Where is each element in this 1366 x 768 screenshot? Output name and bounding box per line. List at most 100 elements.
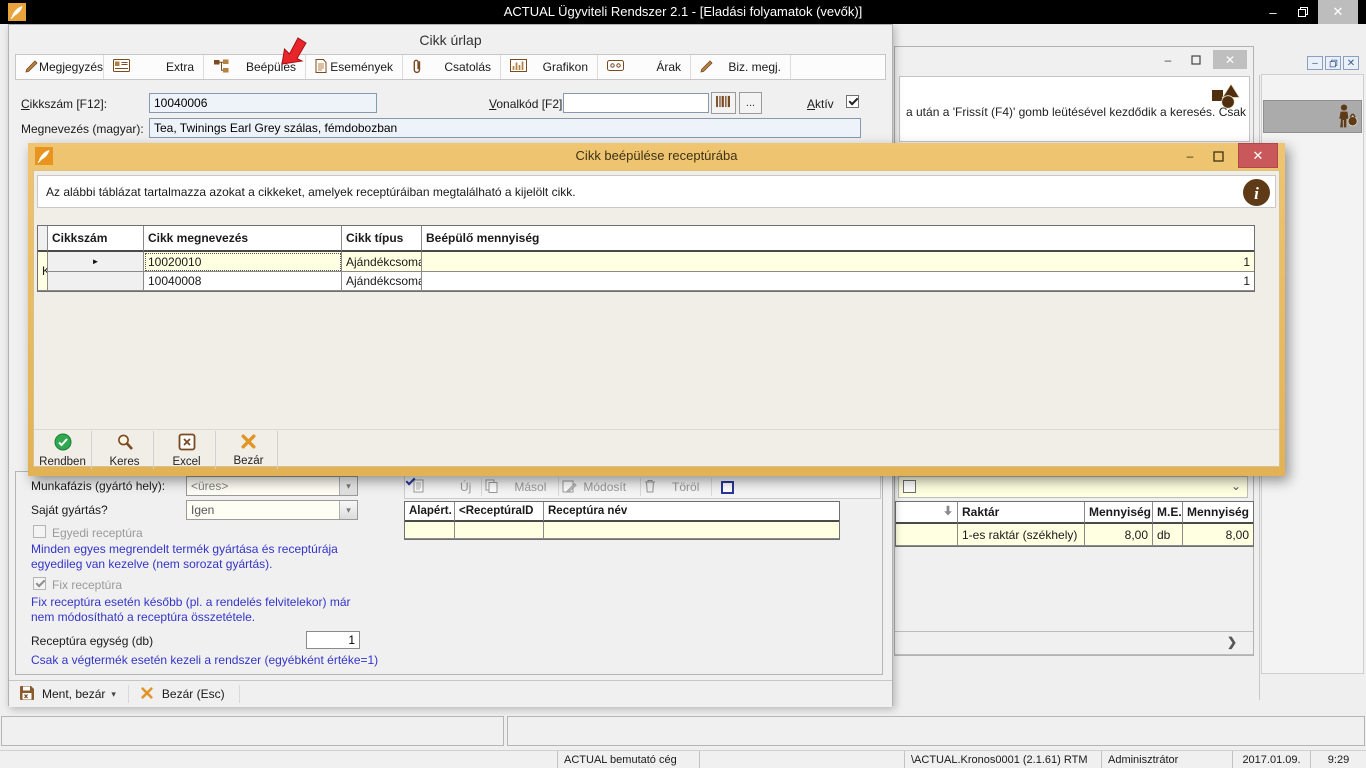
stock-header-sort[interactable] xyxy=(896,502,958,524)
table-cell-megnevezes[interactable]: Ajándékcsomag, egyedi (irodai) xyxy=(342,252,422,272)
cassette-icon xyxy=(607,60,624,74)
status-empty xyxy=(700,751,905,768)
egyedi-note: Minden egyes megrendelt termék gyártása … xyxy=(31,542,367,572)
table-cell-cikkszam[interactable]: 10040008 xyxy=(144,272,342,291)
barcode-button[interactable] xyxy=(711,92,736,114)
dialog-titlebar: Cikk beépülése receptúrába – ✕ xyxy=(28,143,1285,170)
stock-cell-mennyiseg2[interactable]: 8,00 xyxy=(1183,524,1253,546)
table-header-cikkszam: Cikkszám xyxy=(48,226,144,252)
modosit-button[interactable]: Módosít xyxy=(583,480,626,494)
ment-dropdown-icon[interactable]: ▾ xyxy=(111,689,116,700)
toolbar-csatolas-button[interactable]: Csatolás xyxy=(403,55,501,79)
dialog-maximize-icon[interactable] xyxy=(1208,147,1228,165)
aktiv-label: Aktív xyxy=(807,97,834,111)
trash-icon xyxy=(644,479,656,496)
close-x-icon xyxy=(140,686,154,703)
ment-bezar-button[interactable]: Ment, bezár xyxy=(42,687,105,701)
chevron-down-icon[interactable]: ⌄ xyxy=(1231,479,1241,493)
close-icon[interactable]: ✕ xyxy=(1318,0,1358,24)
stock-filter-checkbox[interactable] xyxy=(903,480,916,493)
table-cell-mennyiseg[interactable]: 1 xyxy=(422,252,1254,272)
munkafazis-dropdown[interactable]: <üres> ▾ xyxy=(186,476,358,496)
cikk-toolbar: Megjegyzés Extra Beépülés Események Csat… xyxy=(15,54,886,80)
sajat-gyartas-dropdown[interactable]: Igen ▾ xyxy=(186,500,358,520)
panel-maximize-icon[interactable] xyxy=(1187,52,1205,68)
panel-close-icon[interactable]: ✕ xyxy=(1213,50,1247,69)
stock-header-me[interactable]: M.E. xyxy=(1153,502,1183,524)
svg-text:i: i xyxy=(1254,184,1259,203)
mdi-minimize-icon[interactable]: – xyxy=(1307,56,1323,70)
status-time: 9:29 xyxy=(1311,751,1366,768)
egyedi-receptura-label: Egyedi receptúra xyxy=(52,526,143,540)
bottom-panel-left xyxy=(1,716,504,746)
toolbar-grafikon-button[interactable]: Grafikon xyxy=(501,55,598,79)
main-window-title: ACTUAL Ügyviteli Rendszer 2.1 - [Eladási… xyxy=(0,0,1366,24)
table-cell-cikkszam[interactable]: 10020010 xyxy=(144,252,342,272)
dialog-close-icon[interactable]: ✕ xyxy=(1238,143,1278,168)
stock-header-mennyiseg2[interactable]: Mennyiség xyxy=(1183,502,1253,524)
restore-icon[interactable] xyxy=(1292,0,1314,24)
receptura-filter-checkbox[interactable] xyxy=(721,481,734,494)
uj-button[interactable]: Új xyxy=(460,480,471,494)
receptura-empty-cell[interactable] xyxy=(405,522,455,539)
dialog-minimize-icon[interactable]: – xyxy=(1180,147,1200,165)
lookup-ellipsis-button[interactable]: ... xyxy=(739,92,762,114)
mdi-restore-icon[interactable] xyxy=(1325,56,1341,70)
status-company: ACTUAL bemutató cég xyxy=(558,751,700,768)
egyseg-label: Receptúra egység (db) xyxy=(31,634,153,648)
rendben-button[interactable]: Rendben xyxy=(34,431,92,469)
sajat-gyartas-label: Saját gyártás? xyxy=(31,503,108,517)
stock-cell-mennyiseg1[interactable]: 8,00 xyxy=(1085,524,1153,546)
stock-row-marker[interactable] xyxy=(896,524,958,546)
cikk-urlap-title: Cikk úrlap xyxy=(9,32,892,48)
torol-button[interactable]: Töröl xyxy=(672,480,699,494)
dialog-title: Cikk beépülése receptúrába xyxy=(28,148,1285,163)
excel-button[interactable]: Excel xyxy=(158,431,216,469)
egyseg-note: Csak a végtermék esetén kezeli a rendsze… xyxy=(31,653,391,668)
footer-divider xyxy=(34,429,1279,430)
cikkszam-input[interactable] xyxy=(149,93,377,113)
hint-box: a után a 'Frissít (F4)' gomb leütésével … xyxy=(899,76,1250,142)
dropdown-arrow-icon: ▾ xyxy=(339,501,357,519)
toolbar-megjegyzes-button[interactable]: Megjegyzés xyxy=(16,55,104,79)
megnevezes-input[interactable] xyxy=(149,118,861,138)
toolbar-extra-button[interactable]: Extra xyxy=(104,55,204,79)
expand-right-icon[interactable]: ❯ xyxy=(1227,635,1237,649)
new-doc-icon xyxy=(413,479,424,496)
receptura-empty-cell[interactable] xyxy=(455,522,544,539)
bottom-panel-right xyxy=(507,716,1365,746)
receptura-header-alapert: Alapért. xyxy=(405,502,455,522)
minimize-icon[interactable]: – xyxy=(1262,0,1284,24)
egyedi-receptura-checkbox[interactable] xyxy=(33,525,46,538)
toolbar-arak-button[interactable]: Árak xyxy=(598,55,691,79)
bezar-button[interactable]: Bezár xyxy=(220,431,278,469)
aktiv-checkbox[interactable] xyxy=(846,95,859,108)
panel-minimize-icon[interactable]: – xyxy=(1159,52,1177,68)
table-cell-mennyiseg[interactable]: 1 xyxy=(422,272,1254,291)
toolbar-bizmegj-button[interactable]: Biz. megj. xyxy=(691,55,791,79)
stock-header-mennyiseg1[interactable]: Mennyiség xyxy=(1085,502,1153,524)
mdi-close-icon[interactable]: ✕ xyxy=(1343,56,1359,70)
paperclip-icon xyxy=(412,58,422,77)
bezar-esc-button[interactable]: Bezár (Esc) xyxy=(162,687,225,701)
receptura-table: Alapért. <ReceptúraID Receptúra név xyxy=(404,501,840,540)
masol-button[interactable]: Másol xyxy=(514,480,546,494)
egyseg-input[interactable] xyxy=(306,631,360,649)
stock-cell-raktar[interactable]: 1-es raktár (székhely) xyxy=(958,524,1085,546)
table-cell-megnevezes[interactable]: Ajándékcsomag, egyedi (személyes) xyxy=(342,272,422,291)
stock-header-raktar[interactable]: Raktár xyxy=(958,502,1085,524)
receptura-header-nev: Receptúra név xyxy=(544,502,839,522)
stock-filter-row[interactable]: ⌄ xyxy=(898,476,1248,498)
table-cell-tipus-merged[interactable]: Késztermék xyxy=(38,252,48,291)
receptura-header-id: <ReceptúraID xyxy=(455,502,544,522)
keres-button[interactable]: Keres xyxy=(96,431,154,469)
vonalkod-input[interactable] xyxy=(563,93,709,113)
side-list-selected-row[interactable] xyxy=(1263,100,1362,133)
receptura-empty-cell[interactable] xyxy=(544,522,839,539)
copy-icon xyxy=(485,479,498,496)
stock-cell-me[interactable]: db xyxy=(1153,524,1183,546)
fix-receptura-checkbox[interactable] xyxy=(33,577,46,590)
toolbar-esemenyek-button[interactable]: Események xyxy=(306,55,403,79)
person-with-bag-icon xyxy=(1336,103,1358,133)
screen: ACTUAL Ügyviteli Rendszer 2.1 - [Eladási… xyxy=(0,0,1366,768)
